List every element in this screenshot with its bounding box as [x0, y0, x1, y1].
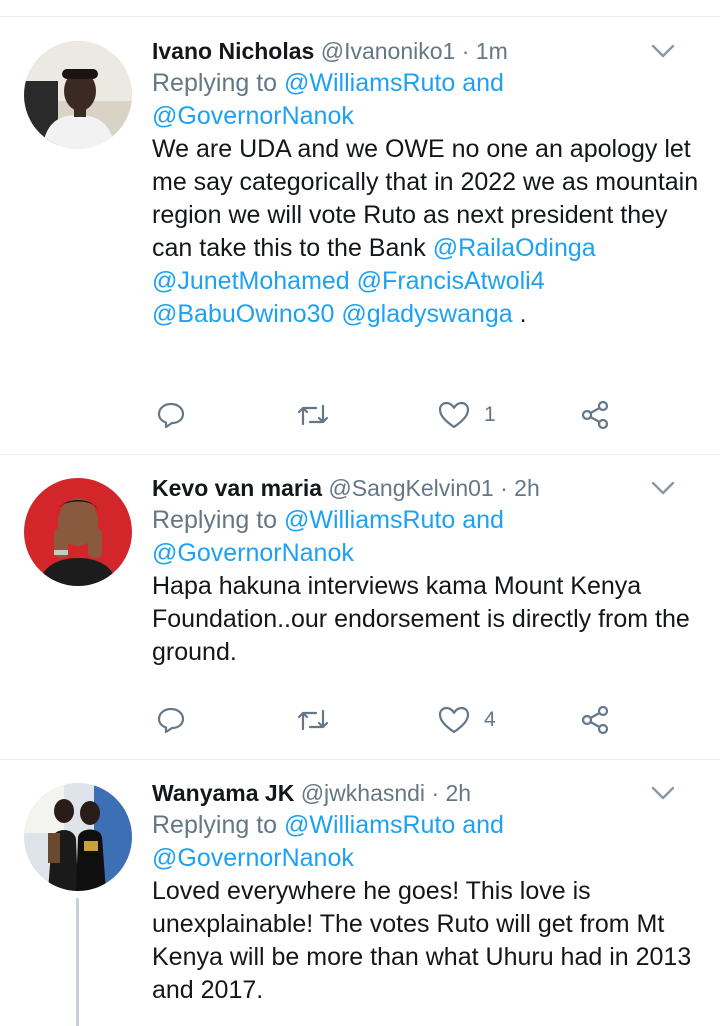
mention-link[interactable]: @FrancisAtwoli4 [357, 267, 545, 295]
tweet-header: Wanyama JK @jwkhasndi · 2h [152, 778, 700, 808]
reply-mention-link[interactable]: @WilliamsRuto [284, 69, 455, 97]
mention-link[interactable]: @gladyswanga [341, 300, 512, 328]
replying-to-prefix: Replying to [152, 811, 278, 839]
display-name[interactable]: Kevo van maria [152, 475, 322, 501]
user-handle[interactable]: @Ivanoniko1 [321, 38, 456, 64]
retweet-icon [296, 705, 330, 735]
tweet-text: We are UDA and we OWE no one an apology … [152, 133, 700, 331]
chevron-down-icon[interactable] [650, 38, 676, 64]
reply-mention-link[interactable]: @GovernorNanok [152, 539, 354, 567]
replying-to: Replying to @WilliamsRuto and @GovernorN… [152, 504, 700, 570]
trailing-text: . [519, 300, 527, 328]
share-icon [580, 705, 610, 735]
reply-icon [156, 705, 186, 735]
chevron-down-icon[interactable] [650, 475, 676, 501]
avatar[interactable] [24, 783, 132, 891]
reply-mention-link[interactable]: @WilliamsRuto [284, 811, 455, 839]
avatar[interactable] [24, 41, 132, 149]
user-handle[interactable]: @jwkhasndi [301, 780, 425, 806]
reply-and-link[interactable]: and [462, 506, 504, 534]
retweet-button[interactable] [296, 395, 330, 435]
tweet-actions: 4 [152, 700, 622, 740]
display-name[interactable]: Wanyama JK [152, 780, 294, 806]
mention-link[interactable]: @RailaOdinga [433, 234, 596, 262]
like-icon [438, 400, 470, 430]
top-divider [0, 16, 720, 17]
tweet-actions: 1 [152, 395, 622, 435]
avatar[interactable] [24, 478, 132, 586]
user-handle[interactable]: @SangKelvin01 [328, 475, 493, 501]
replying-to: Replying to @WilliamsRuto and @GovernorN… [152, 67, 700, 133]
tweet-divider [0, 454, 720, 455]
reply-button[interactable] [156, 395, 186, 435]
reply-icon [156, 400, 186, 430]
like-button[interactable]: 4 [438, 700, 496, 740]
chevron-down-icon[interactable] [650, 780, 676, 806]
tweet-text: Hapa hakuna interviews kama Mount Kenya … [152, 572, 690, 666]
tweet-divider [0, 759, 720, 760]
replying-to: Replying to @WilliamsRuto and @GovernorN… [152, 809, 700, 875]
tweet-header: Ivano Nicholas @Ivanoniko1 · 1m [152, 36, 700, 66]
reply-and-link[interactable]: and [462, 811, 504, 839]
tweet-body-text: We are UDA and we OWE no one an apology … [152, 135, 699, 262]
share-button[interactable] [580, 395, 610, 435]
separator-dot: · [500, 475, 508, 501]
share-icon [580, 400, 610, 430]
like-icon [438, 705, 470, 735]
like-button[interactable]: 1 [438, 395, 496, 435]
timestamp[interactable]: 1m [476, 38, 508, 64]
separator-dot: · [461, 38, 470, 64]
retweet-button[interactable] [296, 700, 330, 740]
reply-button[interactable] [156, 700, 186, 740]
mention-link[interactable]: @JunetMohamed [152, 267, 350, 295]
mention-link[interactable]: @BabuOwino30 [152, 300, 334, 328]
thread-line [76, 898, 79, 1026]
replying-to-prefix: Replying to [152, 506, 278, 534]
timestamp[interactable]: 2h [446, 780, 472, 806]
display-name[interactable]: Ivano Nicholas [152, 38, 314, 64]
retweet-icon [296, 400, 330, 430]
like-count: 1 [484, 403, 496, 426]
tweet-text: Loved everywhere he goes! This love is u… [152, 877, 692, 1004]
reply-mention-link[interactable]: @GovernorNanok [152, 844, 354, 872]
tweet-header: Kevo van maria @SangKelvin01 · 2h [152, 473, 700, 503]
reply-and-link[interactable]: and [462, 69, 504, 97]
timestamp[interactable]: 2h [514, 475, 540, 501]
separator-dot: · [431, 780, 440, 806]
reply-mention-link[interactable]: @WilliamsRuto [284, 506, 455, 534]
share-button[interactable] [580, 700, 610, 740]
reply-mention-link[interactable]: @GovernorNanok [152, 102, 354, 130]
replying-to-prefix: Replying to [152, 69, 278, 97]
like-count: 4 [484, 708, 496, 731]
